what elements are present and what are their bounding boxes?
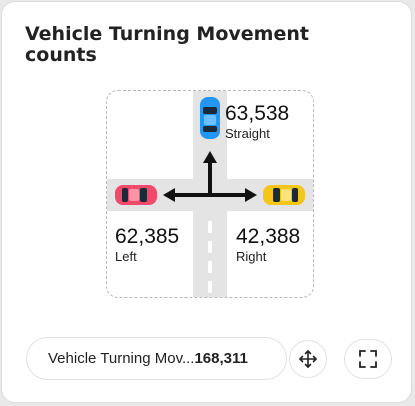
move-icon — [299, 350, 317, 368]
left-car — [115, 185, 157, 205]
left-count: 62,385 Left — [115, 226, 179, 265]
straight-car — [200, 97, 220, 139]
straight-count: 63,538 Straight — [225, 103, 289, 142]
right-count: 42,388 Right — [236, 226, 300, 265]
straight-count-value: 63,538 — [225, 102, 290, 125]
summary-label: Vehicle Turning Mov... — [48, 350, 195, 367]
right-count-value: 42,388 — [236, 225, 301, 248]
fullscreen-icon — [359, 350, 377, 368]
summary-value: 168,311 — [194, 350, 248, 367]
summary-pill[interactable]: Vehicle Turning Mov... 168,311 — [26, 337, 287, 380]
move-button[interactable] — [289, 340, 327, 378]
right-count-label: Right — [236, 249, 267, 264]
right-car — [263, 185, 305, 205]
card-title: Vehicle Turning Movement counts — [25, 23, 309, 66]
left-count-value: 62,385 — [115, 225, 180, 248]
turning-movement-card: Vehicle Turning Movement counts 63,538 S… — [1, 1, 412, 403]
fullscreen-button[interactable] — [344, 339, 392, 379]
left-count-label: Left — [115, 249, 137, 264]
straight-count-label: Straight — [225, 126, 270, 141]
